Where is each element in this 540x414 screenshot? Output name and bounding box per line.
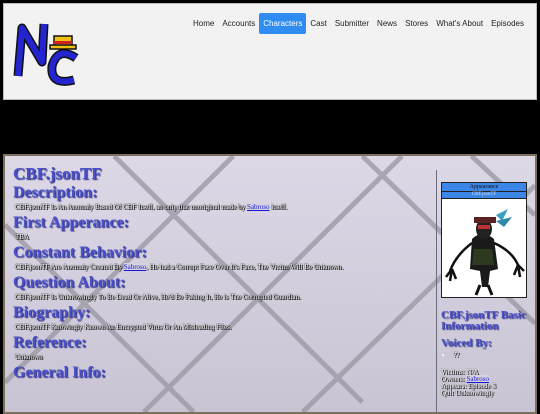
nav-item-what-s-about[interactable]: What's About bbox=[432, 13, 487, 34]
basic-info-heading: CBF.jsonTF Basic Information bbox=[441, 309, 526, 332]
main-content: CBF.jsonTF Description: CBF.jsonTF Is An … bbox=[13, 164, 433, 381]
section-heading: Biography: bbox=[13, 304, 91, 321]
section-text-tail: itself. bbox=[269, 203, 288, 211]
voiced-by-heading: Voiced By: bbox=[441, 337, 492, 349]
quit-line: Quit Unknowingly bbox=[441, 389, 494, 397]
infobox: Appearance CBF.jsonTF bbox=[441, 182, 527, 303]
section-text: Unknown bbox=[15, 353, 433, 361]
nav-item-episodes[interactable]: Episodes bbox=[487, 13, 528, 34]
sections: Description: CBF.jsonTF Is An Anomaly Bas… bbox=[13, 184, 433, 381]
section-text-body: TBA bbox=[15, 233, 29, 241]
section-text: CBF.jsonTF Is An Anomaly Based Of CBF It… bbox=[15, 203, 433, 211]
nav-item-news[interactable]: News bbox=[373, 13, 401, 34]
author-link[interactable]: Sabroso bbox=[246, 203, 270, 211]
character-image bbox=[441, 199, 527, 298]
section-heading: Description: bbox=[13, 184, 98, 201]
main-nav: Home Accounts Characters Cast Submitter News S… bbox=[189, 13, 528, 34]
nav-item-accounts[interactable]: Accounts bbox=[218, 13, 259, 34]
site-logo[interactable] bbox=[12, 14, 84, 90]
nav-item-cast[interactable]: Cast bbox=[306, 13, 330, 34]
nav-item-characters[interactable]: Characters bbox=[259, 13, 307, 34]
appearance-header: Appearance bbox=[441, 182, 527, 192]
section-text-body: CBF.jsonTF Knowingly Known An Encrypted … bbox=[15, 323, 232, 331]
nav-item-submitter[interactable]: Submitter bbox=[331, 13, 373, 34]
section-text-body: CBF.jsonTF Are Anomaly Created By bbox=[15, 263, 124, 271]
section-text-body: CBF.jsonTF Is An Anomaly Based Of CBF It… bbox=[15, 203, 247, 211]
section-text-tail: , He had a Corrupt Face Over It's Face, … bbox=[146, 263, 344, 271]
section-text-body: CBF.jsonTF Is Unknowingly To Be Dead Or … bbox=[15, 293, 301, 301]
character-panel: CBF.jsonTF Description: CBF.jsonTF Is An … bbox=[3, 154, 537, 414]
section-heading: General Info: bbox=[13, 364, 106, 381]
sidebar: Appearance CBF.jsonTF CBF.jsonTF Basic I… bbox=[436, 170, 531, 412]
site-header: Home Accounts Characters Cast Submitter News S… bbox=[3, 3, 537, 100]
voiced-value: ?? bbox=[453, 352, 531, 359]
nav-item-home[interactable]: Home bbox=[189, 13, 218, 34]
author-link[interactable]: Sabroso bbox=[123, 263, 147, 271]
section-text: CBF.jsonTF Is Unknowingly To Be Dead Or … bbox=[15, 293, 433, 301]
section-heading: First Apperance: bbox=[13, 214, 129, 231]
appearance-subheader: CBF.jsonTF bbox=[441, 192, 527, 199]
voiced-list: ?? bbox=[441, 352, 531, 359]
section-heading: Constant Behavior: bbox=[13, 244, 147, 261]
sidebar-info: CBF.jsonTF Basic Information Voiced By: … bbox=[441, 310, 531, 397]
page-title: CBF.jsonTF bbox=[13, 164, 102, 183]
section-text: CBF.jsonTF Knowingly Known An Encrypted … bbox=[15, 323, 433, 331]
section-text: CBF.jsonTF Are Anomaly Created By Sabros… bbox=[15, 263, 433, 271]
section-heading: Reference: bbox=[13, 334, 87, 351]
section-text-body: Unknown bbox=[15, 353, 43, 361]
section-text: TBA bbox=[15, 233, 433, 241]
section-heading: Question About: bbox=[13, 274, 126, 291]
nav-item-stores[interactable]: Stores bbox=[401, 13, 432, 34]
extra-info: Victims: N/A Owners: Sabroso Appears: Ep… bbox=[441, 369, 531, 397]
